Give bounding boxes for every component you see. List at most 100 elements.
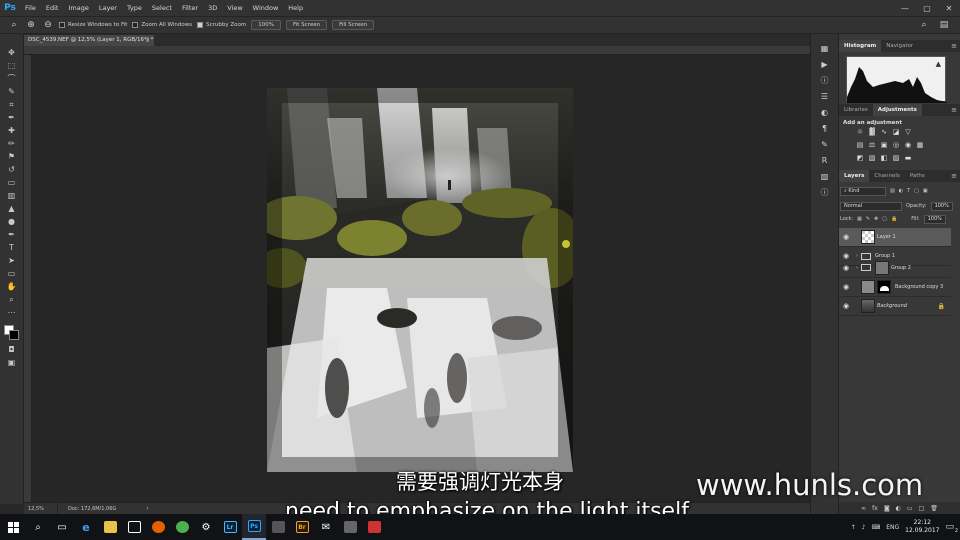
search-icon[interactable]: ⌕: [26, 514, 50, 540]
link-icon[interactable]: ∞: [861, 505, 866, 512]
quick-select-tool-icon[interactable]: ✎: [5, 87, 19, 96]
minimize-button[interactable]: —: [894, 0, 916, 16]
tab-layers[interactable]: Layers: [839, 170, 870, 182]
hand-tool-icon[interactable]: ✋: [5, 282, 19, 291]
maximize-button[interactable]: ▢: [916, 0, 938, 16]
pen-tool-icon[interactable]: ✒: [5, 230, 19, 239]
warning-icon[interactable]: ▲: [936, 60, 941, 68]
threshold-icon[interactable]: ◧: [880, 155, 888, 162]
fill-screen-button[interactable]: Fill Screen: [332, 20, 375, 30]
background-color-swatch[interactable]: [8, 330, 19, 340]
filter-adjust-icon[interactable]: ◐: [899, 188, 903, 194]
menu-3d[interactable]: 3D: [203, 0, 222, 16]
status-arrow-icon[interactable]: ›: [146, 505, 148, 512]
delete-layer-icon[interactable]: 🗑: [930, 505, 938, 512]
settings-gear-icon[interactable]: ⚙: [194, 514, 218, 540]
fit-screen-button[interactable]: Fit Screen: [285, 20, 328, 30]
tab-navigator[interactable]: Navigator: [881, 40, 918, 52]
app-icon[interactable]: [362, 514, 386, 540]
levels-icon[interactable]: ▓: [868, 129, 876, 136]
actions-panel-icon[interactable]: ▶: [819, 60, 831, 69]
black-white-icon[interactable]: ▣: [880, 142, 888, 149]
keyboard-icon[interactable]: ⌨: [872, 524, 881, 531]
clock[interactable]: 22:12 12.09.2017: [905, 519, 939, 535]
notifications-icon[interactable]: ▭ 2: [945, 522, 958, 534]
menu-file[interactable]: File: [20, 0, 41, 16]
brush-panel-icon[interactable]: ✎: [819, 140, 831, 149]
stamp-tool-icon[interactable]: ⚑: [5, 152, 19, 161]
hue-saturation-icon[interactable]: ▤: [856, 142, 864, 149]
visibility-eye-icon[interactable]: ◉: [839, 302, 853, 310]
network-icon[interactable]: ↑: [851, 524, 856, 531]
task-view-icon[interactable]: ▭: [50, 514, 74, 540]
lock-transparent-icon[interactable]: ▦: [857, 216, 862, 222]
info-icon[interactable]: ⓘ: [819, 188, 831, 197]
tab-histogram[interactable]: Histogram: [839, 40, 882, 52]
move-tool-icon[interactable]: ✥: [5, 48, 19, 57]
menu-help[interactable]: Help: [283, 0, 308, 16]
color-panel-icon[interactable]: ◐: [819, 108, 831, 117]
zoom-tool-icon[interactable]: ⌕: [8, 19, 20, 31]
fx-icon[interactable]: fx: [872, 505, 878, 512]
color-balance-icon[interactable]: ⚖: [868, 142, 876, 149]
menu-window[interactable]: Window: [248, 0, 284, 16]
color-swatches[interactable]: [3, 325, 20, 341]
gradient-tool-icon[interactable]: ▥: [5, 191, 19, 200]
start-button[interactable]: [0, 514, 26, 540]
volume-icon[interactable]: ♪: [862, 524, 866, 531]
shape-tool-icon[interactable]: ▭: [5, 269, 19, 278]
tab-channels[interactable]: Channels: [869, 170, 904, 182]
vibrance-icon[interactable]: ▽: [904, 129, 912, 136]
vertical-ruler[interactable]: [24, 55, 32, 502]
resize-windows-checkbox[interactable]: Resize Windows to Fit: [59, 22, 127, 28]
zoom-tool-icon[interactable]: ⌕: [5, 295, 19, 304]
blur-tool-icon[interactable]: ▲: [5, 204, 19, 213]
panel-menu-icon[interactable]: ≡: [951, 104, 957, 116]
curves-icon[interactable]: ∿: [880, 129, 888, 136]
photoshop-logo-icon[interactable]: Ps: [0, 0, 20, 16]
close-tab-icon[interactable]: ×: [145, 35, 150, 46]
posterize-icon[interactable]: ▧: [868, 155, 876, 162]
horizontal-ruler[interactable]: [24, 46, 810, 55]
eraser-tool-icon[interactable]: ▭: [5, 178, 19, 187]
document-tab[interactable]: DSC_4539.NEF @ 12,5% (Layer 1, RGB/16*) …: [24, 35, 154, 46]
healing-tool-icon[interactable]: ✚: [5, 126, 19, 135]
brightness-contrast-icon[interactable]: ☼: [856, 129, 864, 136]
file-explorer-icon[interactable]: [98, 514, 122, 540]
character-panel-icon[interactable]: R: [819, 156, 831, 165]
document-size-info[interactable]: Doc: 172,6M/1,06G: [58, 506, 116, 512]
edge-browser-icon[interactable]: e: [74, 514, 98, 540]
panel-menu-icon[interactable]: ≡: [951, 170, 957, 182]
kind-filter-dropdown[interactable]: ⌕ Kind: [840, 186, 886, 196]
filter-shape-icon[interactable]: ▢: [914, 188, 919, 194]
lightroom-app-icon[interactable]: Lr: [218, 514, 242, 540]
opacity-input[interactable]: 100%: [930, 201, 953, 211]
new-adjustment-icon[interactable]: ◐: [896, 505, 901, 512]
visibility-eye-icon[interactable]: ◉: [839, 233, 853, 241]
filter-type-icon[interactable]: T: [907, 188, 910, 194]
marquee-tool-icon[interactable]: ⬚: [5, 61, 19, 70]
type-tool-icon[interactable]: T: [5, 243, 19, 252]
lasso-tool-icon[interactable]: ⌒: [5, 74, 19, 83]
layer-row[interactable]: ◉ Background copy 3: [839, 278, 951, 297]
lock-pixels-icon[interactable]: ✎: [866, 216, 870, 222]
tab-libraries[interactable]: Libraries: [839, 104, 873, 116]
layer-name[interactable]: Layer 1: [877, 234, 951, 240]
bridge-app-icon[interactable]: Br: [290, 514, 314, 540]
add-mask-icon[interactable]: ◙: [884, 505, 890, 512]
lock-all-icon[interactable]: 🔒: [891, 216, 897, 222]
zoom-in-icon[interactable]: ⊕: [25, 19, 37, 31]
visibility-eye-icon[interactable]: ◉: [839, 264, 853, 272]
layer-row[interactable]: ◉ Background 🔒: [839, 297, 951, 316]
filter-pixel-icon[interactable]: ▨: [890, 188, 895, 194]
properties-panel-icon[interactable]: ☰: [819, 92, 831, 101]
photo-filter-icon[interactable]: ◎: [892, 142, 900, 149]
menu-image[interactable]: Image: [63, 0, 93, 16]
menu-view[interactable]: View: [222, 0, 247, 16]
scrubby-zoom-checkbox[interactable]: Scrubby Zoom: [197, 22, 246, 28]
brush-tool-icon[interactable]: ✏: [5, 139, 19, 148]
gradient-map-icon[interactable]: ▬: [904, 155, 912, 162]
paragraph-panel-icon[interactable]: ¶: [819, 124, 831, 133]
path-select-tool-icon[interactable]: ➤: [5, 256, 19, 265]
search-icon[interactable]: ⌕: [918, 19, 930, 31]
